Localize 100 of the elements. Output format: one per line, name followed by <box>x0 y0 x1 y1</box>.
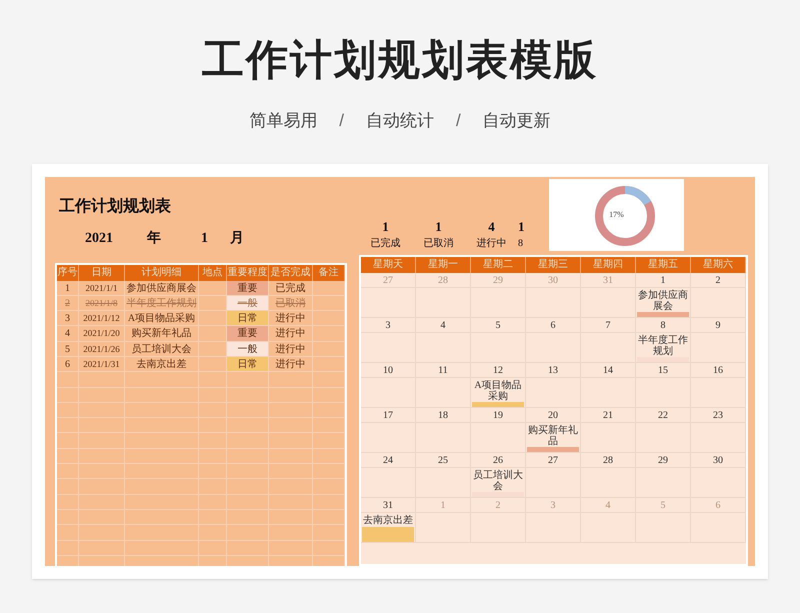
table-cell: 一般 <box>227 296 269 310</box>
weekday-header: 星期一 <box>416 256 471 272</box>
weekday-header: 星期二 <box>471 256 526 272</box>
stat-label: 已取消 <box>424 236 454 250</box>
table-cell: A项目物品采购 <box>125 311 199 326</box>
percent-label: 17% <box>609 208 624 220</box>
day-number: 4 <box>581 498 635 512</box>
table-cell: 员工培训大会 <box>125 342 199 356</box>
year-value: 2021 <box>85 230 113 248</box>
stat-value: 4 <box>488 218 495 234</box>
day-number: 2 <box>691 272 745 288</box>
day-number: 10 <box>361 362 415 378</box>
event-label: 员工培训大会 <box>472 468 524 492</box>
day-number: 28 <box>581 452 635 468</box>
event-label: 去南京出差 <box>362 514 414 526</box>
year-unit: 年 <box>147 229 161 248</box>
event-label: 购买新年礼品 <box>527 424 579 446</box>
table-cell: 半年度工作规划 <box>125 296 199 310</box>
table-cell: 进行中 <box>269 342 313 356</box>
table-cell: 重要 <box>227 326 269 341</box>
day-number: 6 <box>526 318 580 332</box>
table-cell: 已取消 <box>269 296 313 310</box>
stat-value: 1 <box>382 218 389 234</box>
day-number: 3 <box>526 498 580 512</box>
event-label: 半年度工作规划 <box>637 334 689 356</box>
day-number: 28 <box>416 272 470 288</box>
table-cell: 3 <box>57 311 79 326</box>
day-number: 5 <box>636 498 690 512</box>
feature-tag: 自动更新 <box>482 108 551 134</box>
separator: / <box>456 110 461 132</box>
day-number: 17 <box>361 408 415 422</box>
feature-tag: 简单易用 <box>249 108 318 134</box>
month-value: 1 <box>201 230 208 248</box>
table-cell: 已完成 <box>269 280 313 295</box>
day-number: 11 <box>416 362 470 378</box>
weekday-header: 星期天 <box>361 256 416 272</box>
day-number: 14 <box>581 362 635 378</box>
day-number: 27 <box>361 272 415 288</box>
day-number: 1 <box>416 498 470 512</box>
day-number: 21 <box>581 408 635 422</box>
day-number: 1 <box>636 272 690 288</box>
table-cell: 参加供应商展会 <box>125 280 199 295</box>
table-cell: 日常 <box>227 356 269 372</box>
separator: / <box>339 110 344 132</box>
day-number: 8 <box>636 318 690 332</box>
table-cell: 进行中 <box>269 311 313 326</box>
table-cell: 2 <box>57 296 79 310</box>
day-number: 6 <box>691 498 745 512</box>
day-number: 18 <box>416 408 470 422</box>
stat-label: 已完成 <box>370 236 400 250</box>
day-number: 26 <box>471 452 525 468</box>
day-number: 30 <box>526 272 580 288</box>
table-cell: 2021/1/12 <box>79 311 125 326</box>
stat-value: 1 <box>518 218 524 234</box>
table-cell: 进行中 <box>269 356 313 372</box>
table-cell: 去南京出差 <box>125 356 199 372</box>
column-header: 备注 <box>313 264 345 280</box>
table-cell: 购买新年礼品 <box>125 326 199 341</box>
day-number: 7 <box>581 318 635 332</box>
column-header: 计划明细 <box>125 264 199 280</box>
day-number: 25 <box>416 452 470 468</box>
day-number: 19 <box>471 408 525 422</box>
feature-tag: 自动统计 <box>366 108 434 134</box>
table-cell: 2021/1/1 <box>79 280 125 295</box>
day-number: 12 <box>471 362 525 378</box>
table-cell: 重要 <box>227 280 269 295</box>
day-number: 16 <box>691 362 745 378</box>
day-number: 29 <box>471 272 525 288</box>
sheet-title: 工作计划规划表 <box>59 196 172 216</box>
weekday-header: 星期三 <box>526 256 581 272</box>
column-header: 是否完成 <box>269 264 313 280</box>
table-cell: 4 <box>57 326 79 341</box>
column-header: 地点 <box>199 264 227 280</box>
day-number: 15 <box>636 362 690 378</box>
month-unit: 月 <box>230 230 244 248</box>
day-number: 13 <box>526 362 580 378</box>
table-cell: 2021/1/26 <box>79 342 125 356</box>
day-number: 2 <box>471 498 525 512</box>
table-cell: 2021/1/31 <box>79 356 125 372</box>
day-number: 20 <box>526 408 580 422</box>
day-number: 5 <box>471 318 525 332</box>
table-cell: 2021/1/8 <box>79 296 125 310</box>
table-cell: 5 <box>57 342 79 356</box>
day-number: 31 <box>361 498 415 512</box>
day-number: 31 <box>581 272 635 288</box>
column-header: 序号 <box>57 264 79 280</box>
stat-value: 1 <box>435 218 442 234</box>
day-number: 24 <box>361 452 415 468</box>
day-number: 30 <box>691 452 745 468</box>
day-number: 22 <box>636 408 690 422</box>
day-number: 9 <box>691 318 745 332</box>
day-number: 4 <box>416 318 470 332</box>
table-cell: 进行中 <box>269 326 313 341</box>
table-cell: 1 <box>57 280 79 295</box>
table-cell: 日常 <box>227 311 269 326</box>
weekday-header: 星期五 <box>636 256 691 272</box>
day-number: 27 <box>526 452 580 468</box>
column-header: 日期 <box>79 264 125 280</box>
table-cell: 2021/1/20 <box>79 326 125 341</box>
weekday-header: 星期六 <box>691 256 746 272</box>
